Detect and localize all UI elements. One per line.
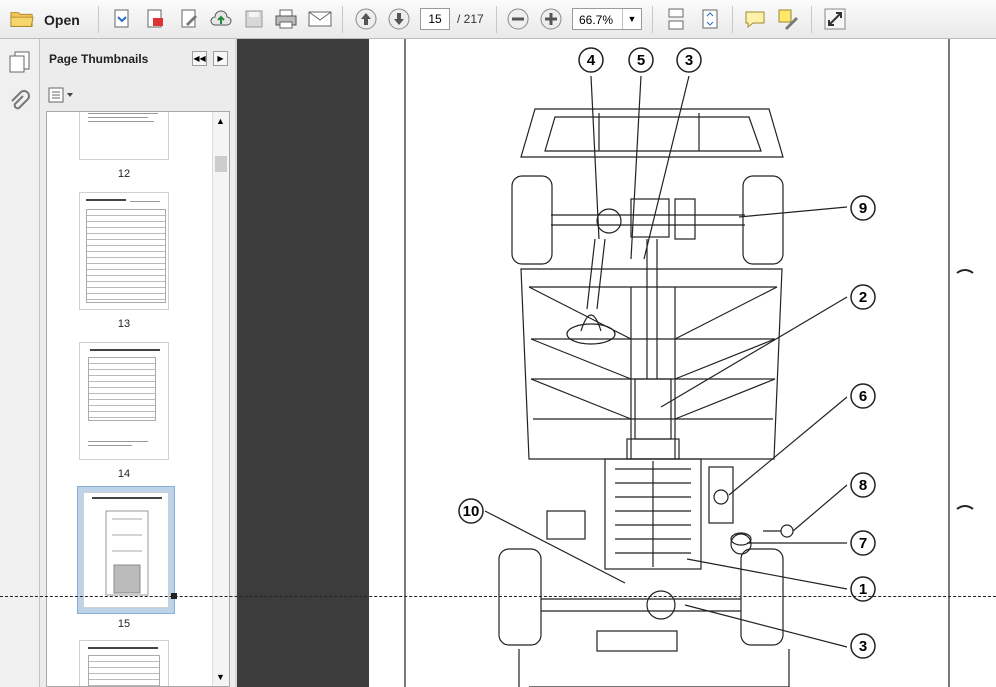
previous-page-icon[interactable] bbox=[354, 7, 378, 31]
thumbnail-label: 14 bbox=[117, 468, 131, 480]
thumbnail-scrollbar[interactable]: ▲ ▼ bbox=[212, 112, 229, 686]
toolbar-separator bbox=[496, 6, 497, 33]
edit-pdf-icon[interactable] bbox=[177, 7, 201, 31]
callout-3: 3 bbox=[676, 47, 702, 73]
zoom-in-icon[interactable] bbox=[539, 7, 563, 31]
collapse-panel-icon[interactable]: ◀◀ bbox=[192, 51, 207, 66]
toolbar-separator bbox=[732, 6, 733, 33]
callout-9: 9 bbox=[850, 195, 876, 221]
page-total-count: / 217 bbox=[457, 12, 484, 26]
callout-2: 2 bbox=[850, 284, 876, 310]
scroll-up-icon[interactable]: ▲ bbox=[216, 116, 225, 126]
options-menu-icon[interactable] bbox=[48, 87, 74, 106]
toolbar-separator bbox=[98, 6, 99, 33]
comment-icon[interactable] bbox=[743, 7, 767, 31]
page-number-input[interactable]: 15 bbox=[420, 8, 450, 30]
attachment-icon[interactable] bbox=[8, 89, 30, 118]
thumbnail-page-13[interactable] bbox=[79, 192, 169, 310]
thumbnail-label: 15 bbox=[117, 618, 131, 630]
toolbar-separator bbox=[652, 6, 653, 33]
callout-10: 10 bbox=[458, 498, 484, 524]
highlight-text-icon[interactable] bbox=[776, 7, 800, 31]
callout-label: 7 bbox=[859, 535, 867, 552]
callout-5: 5 bbox=[628, 47, 654, 73]
callout-1: 1 bbox=[850, 576, 876, 602]
navigation-rail bbox=[0, 39, 40, 687]
page-thumbnails-icon[interactable] bbox=[8, 51, 32, 76]
callout-4: 4 bbox=[578, 47, 604, 73]
callout-label: 3 bbox=[685, 52, 693, 69]
page-thumbnails-panel: Page Thumbnails ◀◀ ▶ 12 13 14 15 ▲ ▼ bbox=[40, 39, 235, 687]
upload-cloud-icon[interactable] bbox=[209, 7, 233, 31]
scroll-mode-icon[interactable] bbox=[664, 7, 688, 31]
create-pdf-icon[interactable] bbox=[110, 7, 134, 31]
email-icon[interactable] bbox=[308, 7, 332, 31]
next-page-icon[interactable] bbox=[387, 7, 411, 31]
thumbnail-page-15[interactable] bbox=[83, 492, 169, 608]
scroll-down-icon[interactable]: ▼ bbox=[216, 672, 225, 682]
main-toolbar: Open 15 / 217 66.7% ▼ bbox=[0, 0, 996, 39]
callout-label: 5 bbox=[637, 52, 645, 69]
callout-3-rear: 3 bbox=[850, 633, 876, 659]
callout-label: 6 bbox=[859, 388, 867, 405]
open-folder-icon[interactable] bbox=[10, 7, 34, 31]
fit-page-icon[interactable] bbox=[698, 7, 722, 31]
callout-label: 2 bbox=[859, 289, 867, 306]
callout-7: 7 bbox=[850, 530, 876, 556]
thumbnail-label: 13 bbox=[117, 318, 131, 330]
thumbnail-label: 12 bbox=[117, 168, 131, 180]
callout-label: 10 bbox=[463, 503, 480, 520]
callout-label: 3 bbox=[859, 638, 867, 655]
open-button[interactable]: Open bbox=[44, 12, 80, 28]
callout-label: 4 bbox=[587, 52, 596, 69]
panel-arrow-icon[interactable]: ▶ bbox=[213, 51, 228, 66]
document-background bbox=[237, 39, 369, 687]
expand-icon[interactable] bbox=[823, 7, 847, 31]
zoom-out-icon[interactable] bbox=[506, 7, 530, 31]
thumbnail-page-14[interactable] bbox=[79, 342, 169, 460]
zoom-select[interactable]: 66.7% ▼ bbox=[572, 8, 642, 30]
toolbar-separator bbox=[342, 6, 343, 33]
thumbnail-page-12[interactable] bbox=[79, 112, 169, 160]
callout-8: 8 bbox=[850, 472, 876, 498]
toolbar-separator bbox=[811, 6, 812, 33]
document-page: 4 5 3 9 2 6 8 7 10 1 3 bbox=[369, 39, 996, 687]
thumbnail-page-16[interactable] bbox=[79, 640, 169, 686]
panel-title: Page Thumbnails bbox=[49, 52, 149, 66]
callout-6: 6 bbox=[850, 383, 876, 409]
zoom-value: 66.7% bbox=[579, 13, 614, 27]
scrollbar-thumb[interactable] bbox=[215, 156, 227, 172]
callout-label: 9 bbox=[859, 200, 867, 217]
chassis-diagram: 4 5 3 9 2 6 8 7 10 1 3 bbox=[404, 39, 974, 687]
callout-label: 8 bbox=[859, 477, 867, 494]
print-icon[interactable] bbox=[274, 7, 298, 31]
export-pdf-icon[interactable] bbox=[143, 7, 167, 31]
page-guide-line bbox=[0, 596, 996, 597]
chevron-down-icon[interactable]: ▼ bbox=[622, 9, 641, 29]
save-icon[interactable] bbox=[242, 7, 266, 31]
thumbnail-list[interactable]: 12 13 14 15 ▲ ▼ bbox=[46, 111, 230, 687]
